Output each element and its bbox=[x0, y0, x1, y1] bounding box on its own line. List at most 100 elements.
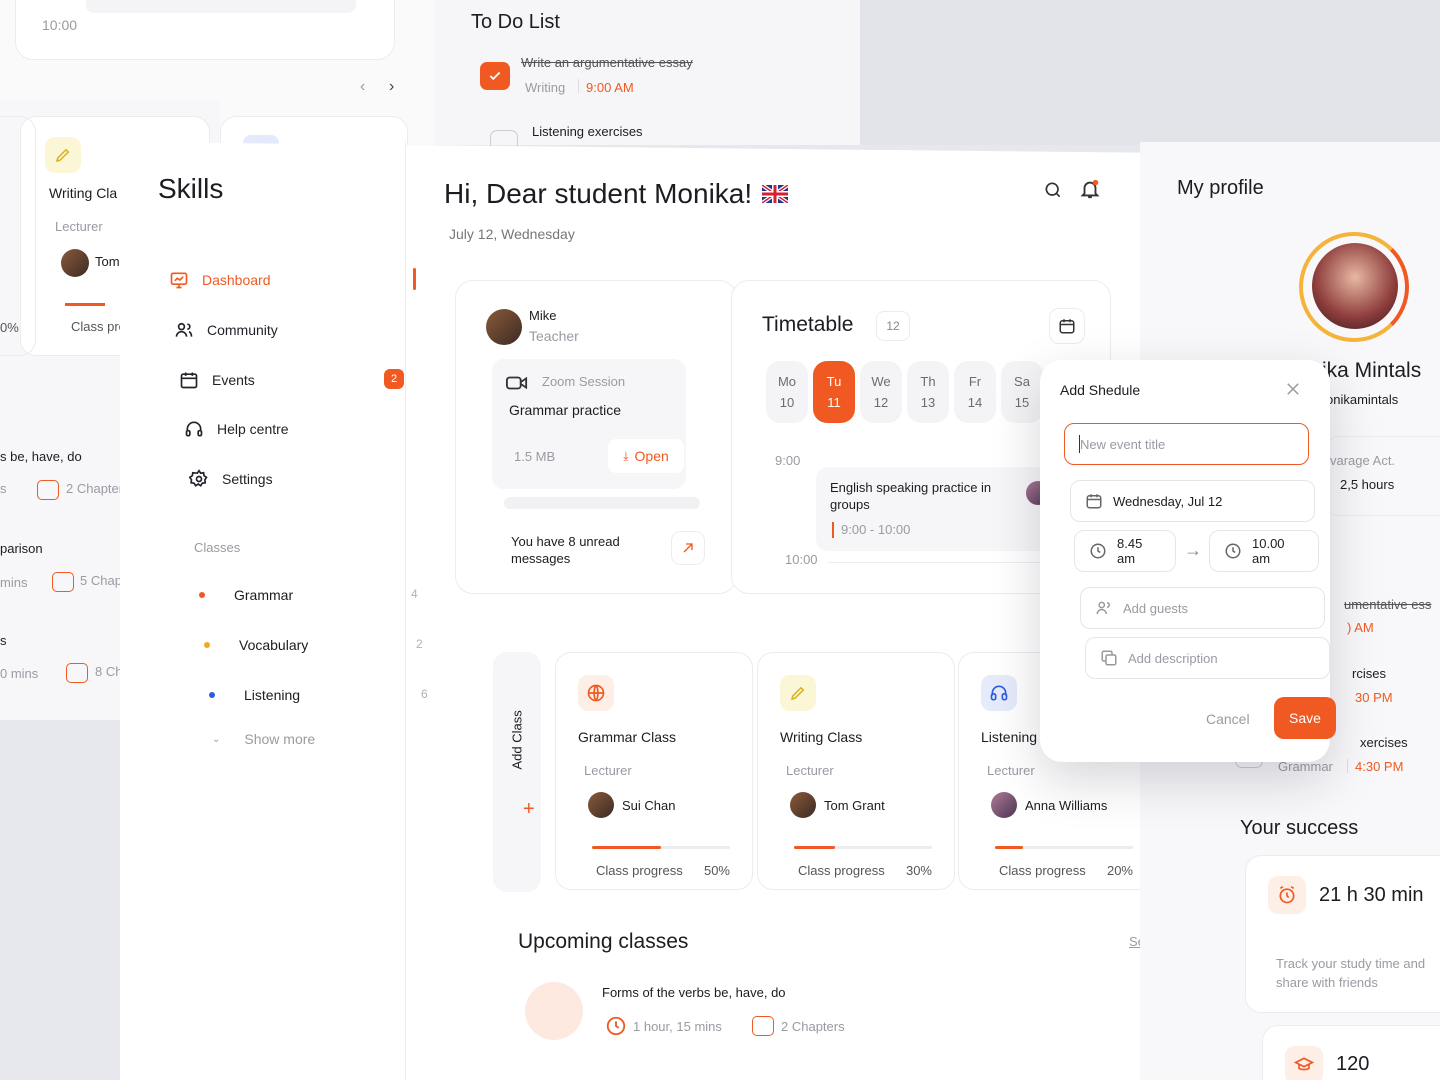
add-schedule-modal: Add Shedule New event title Wednesday, J… bbox=[1040, 360, 1336, 762]
sidebar-item-help[interactable]: Help centre bbox=[183, 418, 289, 440]
date-field[interactable]: Wednesday, Jul 12 bbox=[1070, 480, 1315, 522]
headphones-icon bbox=[183, 418, 205, 440]
chevron-right-icon[interactable]: › bbox=[389, 78, 394, 96]
avatar bbox=[61, 249, 89, 277]
clock-icon bbox=[1224, 542, 1242, 560]
profile-avatar bbox=[1312, 243, 1398, 329]
class-color-dot bbox=[199, 592, 205, 598]
greeting: Hi, Dear student Monika! bbox=[444, 178, 789, 210]
lecturer: Anna Williams bbox=[991, 792, 1133, 818]
sidebar-class-listening[interactable]: Listening 6 bbox=[209, 684, 439, 706]
end-time-field[interactable]: 10.00 am bbox=[1209, 530, 1319, 572]
profile-title: My profile bbox=[1177, 177, 1264, 199]
sidebar-item-events[interactable]: Events 2 bbox=[178, 369, 408, 391]
pen-icon bbox=[45, 137, 81, 173]
calendar-icon[interactable] bbox=[1049, 308, 1085, 344]
page-title: Hi, Dear student Monika! bbox=[444, 178, 753, 209]
sidebar-item-settings[interactable]: Settings bbox=[188, 468, 273, 490]
chapters-icon bbox=[37, 480, 59, 500]
close-icon[interactable] bbox=[1284, 380, 1302, 398]
timetable-title: Timetable bbox=[762, 313, 854, 336]
bg-time: 10:00 bbox=[42, 17, 78, 33]
sidebar-item-community[interactable]: Community bbox=[173, 319, 278, 341]
add-class-button[interactable]: Add Class + bbox=[493, 652, 541, 892]
day-mo[interactable]: Mo 10 bbox=[766, 361, 808, 423]
lecturer: Sui Chan bbox=[588, 792, 730, 818]
pen-icon bbox=[780, 675, 816, 711]
class-card-writing[interactable]: Writing Class Lecturer Tom Grant Class p… bbox=[757, 652, 955, 890]
calendar-icon bbox=[178, 369, 200, 391]
start-time-field[interactable]: 8.45 am bbox=[1074, 530, 1176, 572]
day-th[interactable]: Th 13 bbox=[907, 361, 949, 423]
arrow-right-icon: → bbox=[1184, 540, 1202, 560]
teacher-message-card: Mike Teacher Zoom Session Grammar practi… bbox=[455, 280, 737, 594]
checkbox-checked[interactable] bbox=[480, 62, 510, 90]
clock-icon bbox=[605, 1015, 627, 1037]
event-title-input[interactable]: New event title bbox=[1064, 423, 1309, 465]
avatar bbox=[991, 792, 1017, 818]
search-icon[interactable] bbox=[1043, 180, 1063, 200]
day-picker: Mo 10 Tu 11 We 12 Th 13 Fr 14 Sa 15 bbox=[766, 361, 1043, 423]
day-fr[interactable]: Fr 14 bbox=[954, 361, 996, 423]
session-card: Zoom Session Grammar practice 1.5 MB ⤓ O… bbox=[492, 359, 686, 489]
active-indicator bbox=[413, 268, 416, 290]
arrow-up-right-icon[interactable] bbox=[671, 531, 705, 565]
users-icon bbox=[173, 319, 195, 341]
show-more-button[interactable]: ⌄ Show more bbox=[212, 731, 315, 747]
unread-messages: You have 8 unread messages bbox=[511, 534, 620, 566]
lecturer: Tom Grant bbox=[790, 792, 932, 818]
chapters-icon bbox=[752, 1016, 774, 1036]
plus-icon: + bbox=[523, 798, 535, 820]
chart-icon bbox=[168, 269, 190, 291]
class-card-grammar[interactable]: Grammar Class Lecturer Sui Chan Class pr… bbox=[555, 652, 753, 890]
day-tu[interactable]: Tu 11 bbox=[813, 361, 855, 423]
date-label: July 12, Wednesday bbox=[449, 226, 575, 242]
bg-time-card: 10:00 bbox=[15, 0, 395, 60]
events-badge: 2 bbox=[384, 369, 404, 389]
headset-icon bbox=[981, 675, 1017, 711]
day-we[interactable]: We 12 bbox=[860, 361, 902, 423]
brand-logo: Skills bbox=[158, 173, 224, 204]
avatar bbox=[486, 309, 522, 345]
chevron-down-icon: ⌄ bbox=[212, 733, 221, 745]
score-card: 120 bbox=[1262, 1025, 1440, 1080]
graduation-cap-icon bbox=[1285, 1046, 1323, 1080]
uk-flag-icon bbox=[762, 185, 789, 203]
sidebar-class-grammar[interactable]: Grammar 4 bbox=[199, 584, 429, 606]
progress-bar bbox=[995, 846, 1133, 849]
study-time-card: 21 h 30 min Track your study time and sh… bbox=[1245, 855, 1440, 1013]
video-icon bbox=[506, 375, 528, 391]
globe-icon bbox=[578, 675, 614, 711]
clock-icon bbox=[1089, 542, 1107, 560]
add-guests-field[interactable]: Add guests bbox=[1080, 587, 1325, 629]
save-button[interactable]: Save bbox=[1274, 697, 1336, 739]
class-thumbnail bbox=[525, 982, 583, 1040]
open-button[interactable]: ⤓ Open bbox=[608, 439, 684, 473]
profile-name: ika Mintals bbox=[1322, 359, 1422, 382]
class-color-dot bbox=[204, 642, 210, 648]
todo-item-title: Write an argumentative essay bbox=[521, 55, 693, 70]
success-title: Your success bbox=[1240, 817, 1359, 839]
avatar bbox=[790, 792, 816, 818]
checkbox[interactable] bbox=[490, 130, 518, 146]
copy-icon bbox=[1100, 649, 1118, 667]
download-icon: ⤓ bbox=[623, 448, 629, 463]
chevron-left-icon[interactable]: ‹ bbox=[360, 78, 365, 96]
calendar-icon bbox=[1085, 492, 1103, 510]
sidebar-class-vocabulary[interactable]: Vocabulary 2 bbox=[204, 634, 434, 656]
chapters-icon bbox=[52, 572, 74, 592]
day-sa[interactable]: Sa 15 bbox=[1001, 361, 1043, 423]
modal-title: Add Shedule bbox=[1060, 382, 1141, 398]
add-description-field[interactable]: Add description bbox=[1085, 637, 1330, 679]
sidebar-item-dashboard[interactable]: Dashboard bbox=[168, 269, 271, 291]
upcoming-title: Upcoming classes bbox=[518, 930, 689, 953]
cancel-button[interactable]: Cancel bbox=[1206, 711, 1250, 727]
progress-bar bbox=[794, 846, 932, 849]
avatar bbox=[588, 792, 614, 818]
event-block[interactable]: English speaking practice in groups 9:00… bbox=[816, 467, 1078, 551]
bell-icon[interactable] bbox=[1079, 178, 1101, 200]
chapters-icon bbox=[66, 663, 88, 683]
gear-icon bbox=[188, 468, 210, 490]
todo-title: To Do List bbox=[471, 11, 560, 33]
users-icon bbox=[1095, 599, 1113, 617]
